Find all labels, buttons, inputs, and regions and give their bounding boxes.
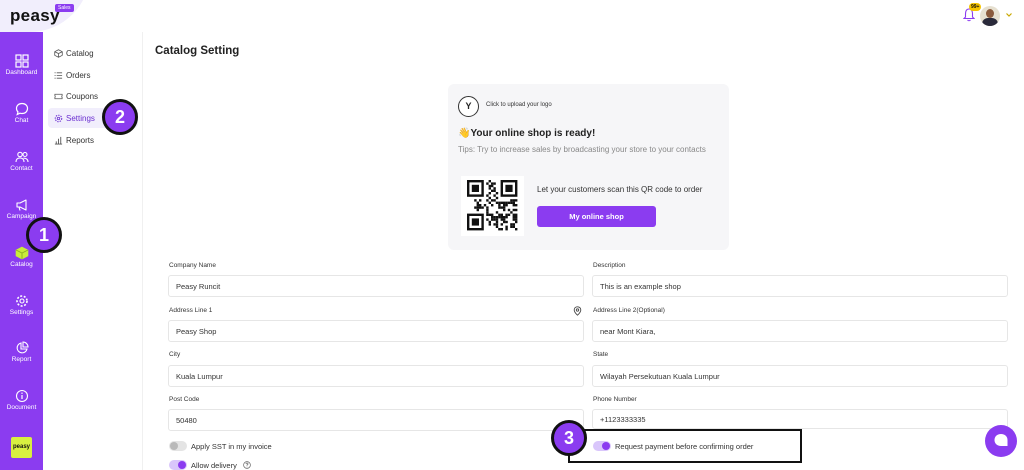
chat-bubble-icon xyxy=(994,434,1008,446)
rail-item-contact[interactable]: Contact xyxy=(0,148,43,188)
rail-item-dashboard[interactable]: Dashboard xyxy=(0,52,43,92)
pie-chart-icon xyxy=(16,341,29,354)
subnav-item-orders[interactable]: Orders xyxy=(48,65,138,85)
company-name-label: Company Name xyxy=(169,262,216,269)
delivery-toggle-label: Allow delivery xyxy=(191,461,237,470)
post-code-label: Post Code xyxy=(169,396,200,403)
bar-chart-icon xyxy=(54,136,63,145)
notification-badge: 99+ xyxy=(969,3,982,11)
chevron-down-icon[interactable] xyxy=(1005,11,1013,19)
subnav-item-catalog[interactable]: Catalog xyxy=(48,43,138,63)
top-bar: peasy Sales 99+ xyxy=(0,0,1024,32)
qr-code xyxy=(461,176,524,236)
rail-item-report[interactable]: Report xyxy=(0,339,43,379)
shop-logo-upload[interactable]: Y xyxy=(458,96,479,117)
shop-ready-heading: 👋Your online shop is ready! xyxy=(458,128,596,139)
page-title: Catalog Setting xyxy=(155,45,240,57)
city-label: City xyxy=(169,351,181,358)
rail-label: Document xyxy=(6,404,37,411)
user-avatar[interactable] xyxy=(980,6,1000,26)
box-icon xyxy=(54,48,63,58)
sst-toggle-label: Apply SST in my invoice xyxy=(191,442,272,451)
online-shop-card: Y Click to upload your logo 👋Your online… xyxy=(448,84,729,250)
upload-logo-text[interactable]: Click to upload your logo xyxy=(486,102,552,108)
step-marker-2: 2 xyxy=(102,99,138,135)
list-icon xyxy=(54,71,63,79)
delivery-toggle[interactable] xyxy=(169,460,187,470)
help-icon[interactable] xyxy=(243,461,251,469)
qr-scan-text: Let your customers scan this QR code to … xyxy=(537,185,703,194)
coupon-icon xyxy=(54,93,63,99)
brand-logo[interactable]: peasy xyxy=(10,6,60,26)
my-online-shop-button[interactable]: My online shop xyxy=(537,206,656,227)
rail-label: Dashboard xyxy=(5,69,38,76)
gear-icon xyxy=(15,295,28,307)
rail-item-chat[interactable]: Chat xyxy=(0,100,43,140)
post-code-input[interactable] xyxy=(168,409,584,431)
step-marker-3: 3 xyxy=(551,420,587,456)
grid-icon xyxy=(14,54,29,68)
step-marker-1: 1 xyxy=(26,217,62,253)
phone-number-input[interactable] xyxy=(592,409,1008,429)
shop-tips-text: Tips: Try to increase sales by broadcast… xyxy=(458,145,706,154)
people-icon xyxy=(14,151,29,163)
gear-icon xyxy=(54,114,63,122)
city-input[interactable] xyxy=(168,365,584,387)
company-name-input[interactable] xyxy=(168,275,584,297)
qr-code-image xyxy=(467,180,518,231)
address-line-1-input[interactable] xyxy=(168,320,584,342)
rail-label: Catalog xyxy=(10,261,33,268)
state-input[interactable] xyxy=(592,365,1008,387)
phone-number-label: Phone Number xyxy=(593,396,637,403)
chat-bubble-icon xyxy=(15,102,28,116)
rail-label: Contact xyxy=(10,165,33,172)
catalog-subnav: Catalog Orders Coupons Settings Reports xyxy=(43,32,143,470)
state-label: State xyxy=(593,351,609,358)
address-line-2-label: Address Line 2(Optional) xyxy=(593,307,665,314)
address-line-2-input[interactable] xyxy=(592,320,1008,342)
rail-item-document[interactable]: Document xyxy=(0,387,43,427)
rail-item-settings[interactable]: Settings xyxy=(0,292,43,332)
annotation-highlight-box xyxy=(568,429,802,463)
rail-peasy-logo: peasy xyxy=(11,437,32,458)
megaphone-icon xyxy=(15,199,27,211)
box-icon xyxy=(15,246,28,260)
description-label: Description xyxy=(593,262,626,269)
address-line-1-label: Address Line 1 xyxy=(169,307,213,314)
chat-support-button[interactable] xyxy=(985,425,1017,457)
rail-label: Report xyxy=(11,356,32,363)
description-input[interactable] xyxy=(592,275,1008,297)
info-icon xyxy=(15,389,28,403)
brand-tag: Sales xyxy=(55,4,74,12)
sst-toggle[interactable] xyxy=(169,441,187,451)
location-pin-icon[interactable] xyxy=(573,306,582,316)
rail-label: Settings xyxy=(9,309,34,316)
rail-label: Chat xyxy=(14,117,29,124)
